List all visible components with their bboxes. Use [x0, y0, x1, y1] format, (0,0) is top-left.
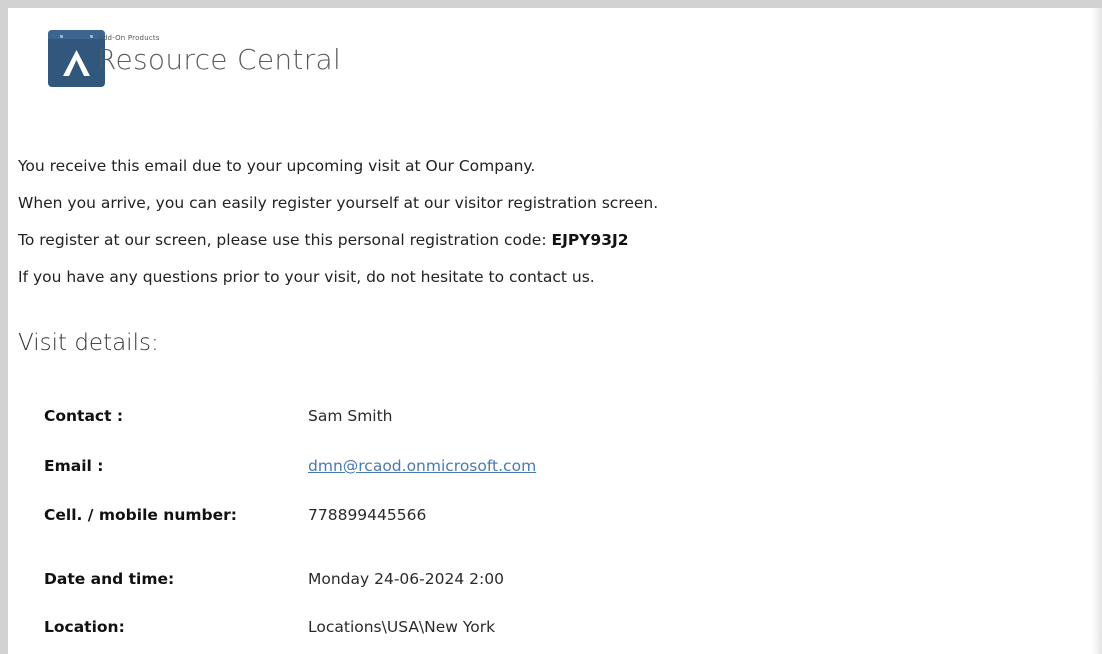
email-label: Email : [44, 457, 104, 475]
brand-subtitle: Add-On Products [98, 34, 160, 42]
location-value: Locations\USA\New York [308, 618, 496, 636]
registration-code: EJPY93J2 [551, 231, 629, 249]
contact-label: Contact : [44, 407, 124, 425]
datetime-label: Date and time: [44, 570, 175, 588]
email-link[interactable]: dmn@rcaod.onmicrosoft.com [308, 457, 536, 475]
logo-a-mark [63, 50, 90, 76]
detail-row-mobile: Cell. / mobile number: 778899445566 [44, 495, 744, 535]
location-label: Location: [44, 618, 125, 636]
intro-line-registration: To register at our screen, please use th… [18, 222, 658, 259]
calendar-ring [60, 35, 63, 38]
intro-line: If you have any questions prior to your … [18, 268, 595, 286]
contact-value: Sam Smith [308, 407, 393, 425]
detail-row-contact: Contact : Sam Smith [44, 396, 744, 436]
detail-row-datetime: Date and time: Monday 24-06-2024 2:00 [44, 559, 744, 599]
mobile-label: Cell. / mobile number: [44, 506, 237, 524]
detail-row-email: Email : dmn@rcaod.onmicrosoft.com [44, 446, 744, 486]
brand-title: Resource Central [97, 43, 342, 76]
calendar-ring [90, 35, 93, 38]
intro-line: You receive this email due to your upcom… [18, 157, 536, 175]
detail-row-location: Location: Locations\USA\New York [44, 607, 744, 647]
datetime-value: Monday 24-06-2024 2:00 [308, 570, 504, 588]
intro-line: When you arrive, you can easily register… [18, 194, 659, 212]
email-body: Add-On Products Resource Central You rec… [0, 0, 1102, 654]
intro-text: You receive this email due to your upcom… [18, 148, 658, 296]
visit-details-title: Visit details: [18, 330, 159, 356]
calendar-header [48, 30, 105, 39]
registration-text: To register at our screen, please use th… [18, 231, 552, 249]
mobile-value: 778899445566 [308, 506, 427, 524]
